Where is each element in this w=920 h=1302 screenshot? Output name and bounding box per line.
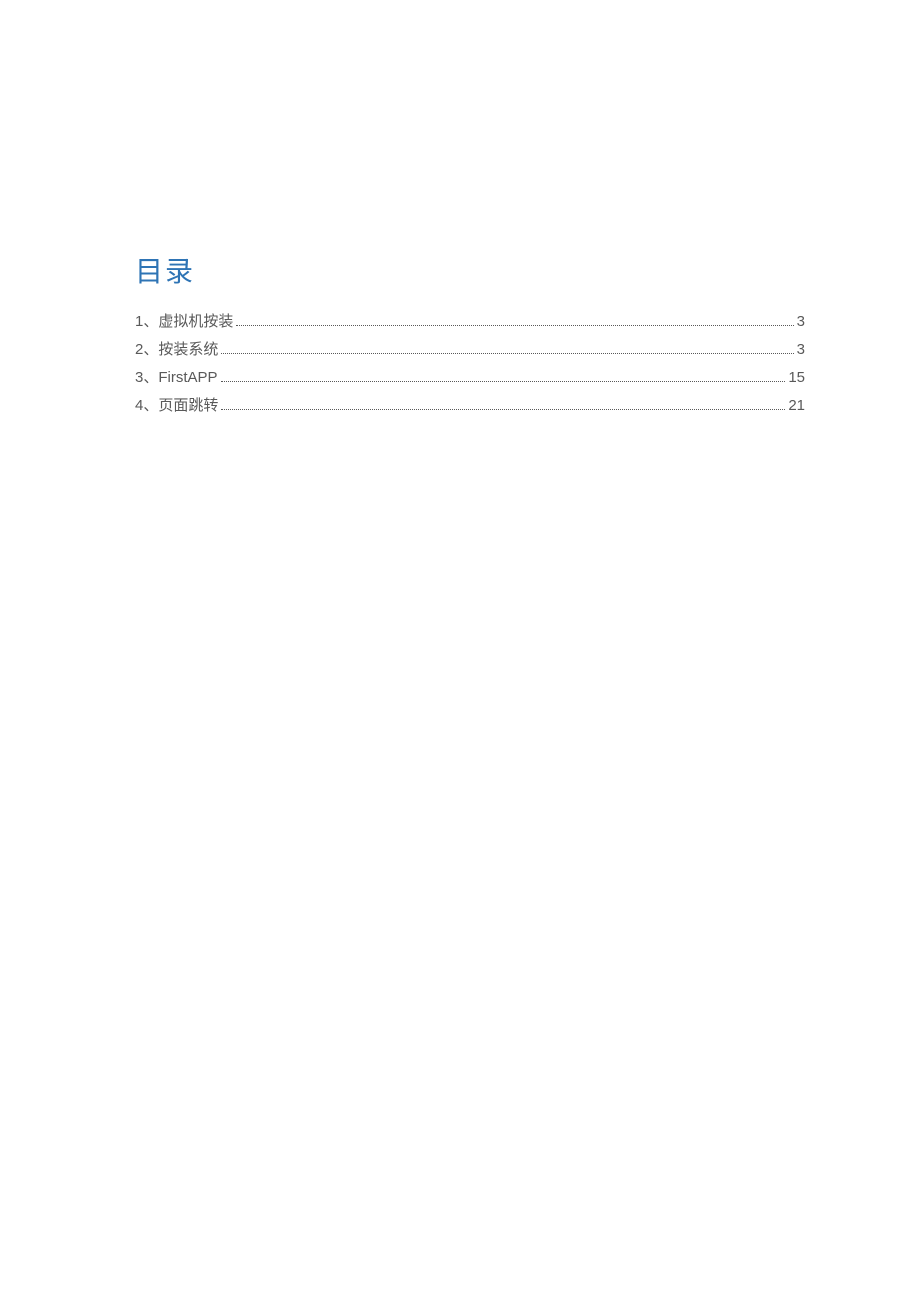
toc-leader-dots bbox=[221, 381, 786, 382]
toc-entry-page: 15 bbox=[788, 364, 805, 391]
toc-entry-page: 21 bbox=[788, 392, 805, 419]
document-page: 目录 1、虚拟机按装 3 2、按装系统 3 3、FirstAPP 15 4、页面… bbox=[0, 0, 920, 419]
toc-leader-dots bbox=[221, 409, 785, 410]
toc-entry[interactable]: 1、虚拟机按装 3 bbox=[135, 308, 805, 335]
toc-entry-label: 3、FirstAPP bbox=[135, 364, 218, 391]
toc-entry-label: 2、按装系统 bbox=[135, 336, 218, 363]
toc-leader-dots bbox=[236, 325, 793, 326]
toc-entry-page: 3 bbox=[797, 336, 805, 363]
toc-entry-label: 1、虚拟机按装 bbox=[135, 308, 233, 335]
toc-title: 目录 bbox=[135, 250, 805, 290]
toc-entry[interactable]: 3、FirstAPP 15 bbox=[135, 364, 805, 391]
toc-entry-page: 3 bbox=[797, 308, 805, 335]
toc-entry-label: 4、页面跳转 bbox=[135, 392, 218, 419]
toc-list: 1、虚拟机按装 3 2、按装系统 3 3、FirstAPP 15 4、页面跳转 … bbox=[135, 308, 805, 419]
toc-leader-dots bbox=[221, 353, 793, 354]
toc-entry[interactable]: 2、按装系统 3 bbox=[135, 336, 805, 363]
toc-entry[interactable]: 4、页面跳转 21 bbox=[135, 392, 805, 419]
